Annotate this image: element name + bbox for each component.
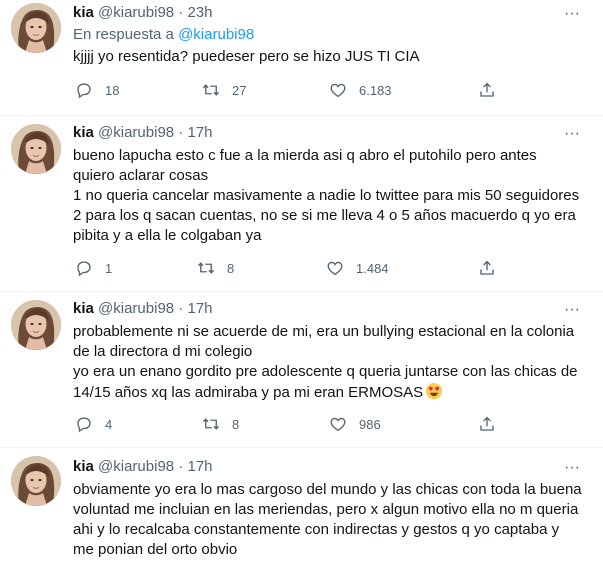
like-count: 1.484 [356, 260, 389, 276]
share-icon [478, 81, 496, 99]
reply-button[interactable]: 4 [75, 414, 112, 434]
share-button[interactable] [478, 80, 508, 100]
retweet-count: 27 [232, 82, 247, 98]
avatar[interactable] [11, 3, 61, 53]
separator-dot: · [178, 300, 184, 317]
divider [0, 447, 603, 448]
share-button[interactable] [478, 414, 508, 434]
display-name[interactable]: kia [73, 458, 94, 475]
tweet-line: 2 para los q sacan cuentas, no se si me … [73, 207, 576, 224]
tweet-line: me ponian del orto obvio [73, 541, 238, 558]
tweet-line: bueno lapucha esto c fue a la mierda asi… [73, 147, 537, 164]
retweet-button[interactable]: 8 [202, 414, 239, 434]
user-handle[interactable]: @kiarubi98 [98, 4, 174, 21]
tweet-header: kia @kiarubi98 · 17h [73, 300, 213, 318]
reply-count: 1 [105, 260, 113, 276]
display-name[interactable]: kia [73, 300, 94, 317]
reply-button[interactable]: 18 [75, 80, 119, 100]
tweet-line: 14/15 años xq las admiraba y pa mi eran … [73, 382, 588, 403]
reply-count: 4 [105, 416, 113, 432]
tweet-line: yo era un enano gordito pre adolescente … [73, 363, 578, 380]
tweet-header: kia @kiarubi98 · 17h [73, 458, 213, 476]
tweet-actions: 18 27 6.183 [73, 80, 513, 100]
retweet-button[interactable]: 27 [202, 80, 246, 100]
tweet-line: 1 no queria cancelar masivamente a nadie… [73, 187, 580, 204]
like-count: 6.183 [359, 82, 392, 98]
tweet-line: pibita y a ella le colgaban ya [73, 227, 262, 244]
tweet-line: quiero aclarar cosas [73, 167, 209, 184]
retweet-icon [202, 415, 220, 433]
tweet-text: probablemente ni se acuerde de mi, era u… [73, 322, 588, 403]
avatar[interactable] [11, 124, 61, 174]
timestamp[interactable]: 17h [187, 124, 212, 141]
avatar[interactable] [11, 300, 61, 350]
like-count: 986 [359, 416, 381, 432]
like-button[interactable]: 1.484 [326, 258, 389, 278]
more-icon[interactable]: ··· [563, 460, 581, 481]
separator-dot: · [178, 124, 184, 141]
reply-icon [75, 415, 93, 433]
tweet-line: kjjjj yo resentida? puedeser pero se hiz… [73, 48, 420, 65]
reply-icon [75, 81, 93, 99]
like-icon [326, 259, 344, 277]
like-icon [329, 81, 347, 99]
tweet-text: bueno lapucha esto c fue a la mierda asi… [73, 146, 588, 246]
reply-context: En respuesta a @kiarubi98 [73, 25, 254, 45]
retweet-icon [197, 259, 215, 277]
timestamp[interactable]: 17h [187, 458, 212, 475]
like-icon [329, 415, 347, 433]
share-button[interactable] [478, 258, 508, 278]
tweet-text: kjjjj yo resentida? puedeser pero se hiz… [73, 47, 588, 67]
tweet-line: de la directora d mi colegio [73, 343, 253, 360]
tweet-line-text: 14/15 años xq las admiraba y pa mi eran … [73, 384, 424, 401]
retweet-count: 8 [227, 260, 235, 276]
tweet-text: obviamente yo era lo mas cargoso del mun… [73, 480, 588, 560]
tweet-header: kia @kiarubi98 · 23h [73, 4, 213, 22]
more-icon[interactable]: ··· [563, 6, 581, 27]
retweet-button[interactable]: 8 [197, 258, 234, 278]
reply-button[interactable]: 1 [75, 258, 112, 278]
tweet-line: voluntad me incluian en las meriendas, p… [73, 501, 579, 518]
reply-count: 18 [105, 82, 120, 98]
user-handle[interactable]: @kiarubi98 [98, 300, 174, 317]
separator-dot: · [178, 458, 184, 475]
avatar[interactable] [11, 456, 61, 506]
timestamp[interactable]: 17h [187, 300, 212, 317]
reply-mention-link[interactable]: @kiarubi98 [178, 26, 254, 43]
tweet-line: obviamente yo era lo mas cargoso del mun… [73, 481, 582, 498]
separator-dot: · [178, 4, 184, 21]
tweet-actions: 4 8 986 [73, 414, 513, 434]
share-icon [478, 259, 496, 277]
more-icon[interactable]: ··· [563, 126, 581, 147]
display-name[interactable]: kia [73, 124, 94, 141]
share-icon [478, 415, 496, 433]
display-name[interactable]: kia [73, 4, 94, 21]
reply-icon [75, 259, 93, 277]
timestamp[interactable]: 23h [187, 4, 212, 21]
divider [0, 291, 603, 292]
heart-eyes-emoji [426, 382, 443, 400]
tweet-header: kia @kiarubi98 · 17h [73, 124, 213, 142]
tweet-actions: 1 8 1.484 [73, 258, 513, 278]
like-button[interactable]: 986 [329, 414, 381, 434]
more-icon[interactable]: ··· [563, 302, 581, 323]
retweet-count: 8 [232, 416, 240, 432]
user-handle[interactable]: @kiarubi98 [98, 458, 174, 475]
user-handle[interactable]: @kiarubi98 [98, 124, 174, 141]
tweet-line: probablemente ni se acuerde de mi, era u… [73, 323, 575, 340]
divider [0, 115, 603, 116]
reply-prefix: En respuesta a [73, 26, 174, 43]
tweet-line: ahi y lo recalcaba constantemente con in… [73, 521, 560, 538]
retweet-icon [202, 81, 220, 99]
like-button[interactable]: 6.183 [329, 80, 392, 100]
